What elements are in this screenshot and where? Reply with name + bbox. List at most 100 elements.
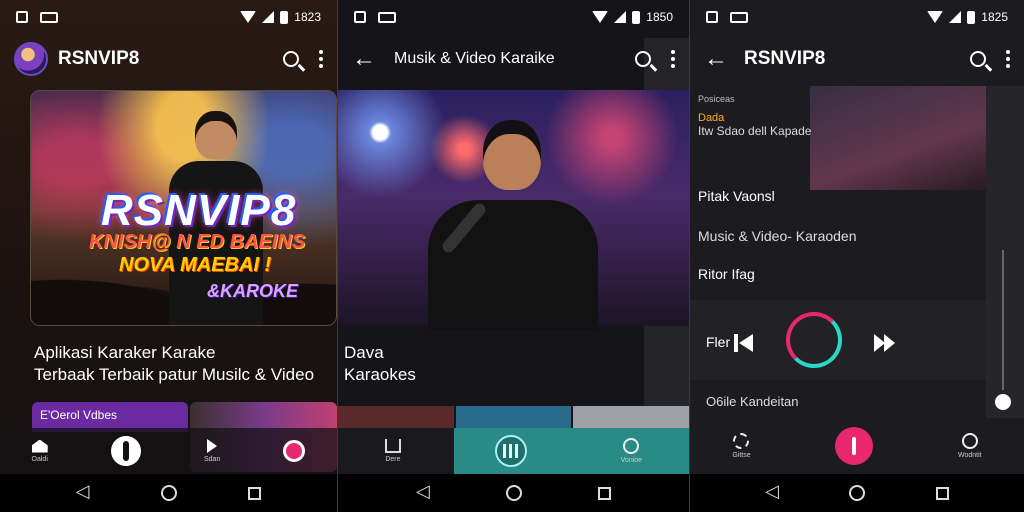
battery-icon xyxy=(280,10,289,24)
status-bar: 1825 xyxy=(690,0,1024,34)
side-rail xyxy=(986,86,1024,418)
profile-icon xyxy=(961,433,978,449)
caption-line-1: Aplikasi Karaker Karake xyxy=(34,343,216,362)
screen-title: RSNVIP8 xyxy=(744,48,826,69)
app-bar: ← RSNVIP8 xyxy=(690,38,1024,80)
status-time: 1823 xyxy=(294,10,321,24)
record-button[interactable] xyxy=(283,440,306,462)
player-label: Fler xyxy=(706,334,731,350)
home-icon xyxy=(31,439,48,453)
search-icon xyxy=(283,51,299,67)
search-button[interactable] xyxy=(635,51,651,67)
caption-line-2: Karaokes xyxy=(344,365,416,384)
app-bar: ← Musik & Video Karaike xyxy=(338,38,689,80)
cast-icon xyxy=(378,11,396,23)
recents-nav-icon[interactable] xyxy=(935,486,949,500)
gift-icon xyxy=(733,433,750,449)
nav-video[interactable]: Sdan xyxy=(204,439,220,463)
battery-icon xyxy=(632,10,641,24)
nav-home-label: Oaldi xyxy=(31,455,48,463)
list-item[interactable]: Pitak Vaonsl xyxy=(690,170,986,222)
volume-slider-knob[interactable] xyxy=(995,394,1011,410)
pause-fab-button[interactable] xyxy=(494,435,527,467)
more-menu-icon[interactable] xyxy=(319,50,323,68)
list-item[interactable]: Posiceas Dada Itw Sdao dell Kapade xyxy=(690,90,986,142)
avatar[interactable] xyxy=(14,42,48,76)
mic-icon xyxy=(122,441,129,461)
status-bar: 1823 xyxy=(0,0,337,34)
back-arrow-icon[interactable]: ← xyxy=(704,47,728,71)
nav-gifts-label: Gittse xyxy=(732,452,751,459)
home-nav-icon[interactable] xyxy=(160,485,177,501)
nav-home[interactable]: Oaldi xyxy=(31,439,48,463)
nav-home[interactable]: Dere xyxy=(384,439,401,463)
song-title: Itw Sdao dell Kapade xyxy=(698,124,812,138)
nav-home-label: Dere xyxy=(385,456,401,463)
hero-line-3: &KAROKE xyxy=(207,281,299,301)
search-icon xyxy=(970,51,986,67)
nav-profile-label: Wodntit xyxy=(958,452,982,459)
play-pause-button[interactable] xyxy=(786,312,842,368)
back-nav-icon[interactable] xyxy=(416,481,430,502)
nav-video-label: Sdan xyxy=(204,456,221,463)
home-nav-icon[interactable] xyxy=(506,485,522,501)
mini-player: Fler xyxy=(690,300,986,380)
battery-icon xyxy=(967,10,976,24)
mic-fab-button[interactable] xyxy=(835,427,874,465)
nav-profile-label: Vonioe xyxy=(620,457,643,464)
song-title: Music & Video- Karaoden xyxy=(698,228,857,244)
recents-nav-icon[interactable] xyxy=(248,486,262,500)
back-nav-icon[interactable] xyxy=(765,481,779,502)
mic-fab-button[interactable] xyxy=(110,436,141,466)
nav-gifts[interactable]: Gittse xyxy=(732,433,751,459)
nav-profile[interactable]: Wodntit xyxy=(958,433,982,459)
play-icon xyxy=(207,439,218,453)
system-nav xyxy=(690,474,1024,512)
back-arrow-icon[interactable]: ← xyxy=(352,47,376,71)
wifi-icon xyxy=(240,11,257,23)
hero-line-2: NOVA MAEBAI ! xyxy=(119,254,272,276)
home-nav-icon[interactable] xyxy=(849,485,866,501)
back-nav-icon[interactable] xyxy=(76,481,90,502)
system-nav xyxy=(0,474,337,512)
next-track-icon[interactable] xyxy=(874,334,896,352)
search-button[interactable] xyxy=(970,51,986,67)
list-item[interactable]: Music & Video- Karaoden xyxy=(690,226,986,246)
status-time: 1825 xyxy=(981,10,1008,24)
screen-player: 1850 ← Musik & Video Karaike Dava Karaok… xyxy=(338,0,689,512)
app-bar: RSNVIP8 xyxy=(0,38,337,80)
more-menu-icon[interactable] xyxy=(671,50,675,68)
song-title: Pitak Vaonsl xyxy=(698,188,775,204)
previous-track-icon[interactable] xyxy=(734,334,754,352)
thumbnail[interactable] xyxy=(455,406,572,430)
video-player[interactable] xyxy=(338,90,689,330)
list-item[interactable]: Ritor Ifag xyxy=(690,248,986,300)
search-icon xyxy=(635,51,651,67)
screen-title: Musik & Video Karaike xyxy=(394,50,555,67)
song-title: Ritor Ifag xyxy=(698,266,755,282)
caption-line-1: Dava xyxy=(344,343,384,362)
nav-profile[interactable]: Vonioe xyxy=(621,438,642,464)
thumbnail-row xyxy=(338,406,689,430)
search-button[interactable] xyxy=(283,51,299,67)
wifi-icon xyxy=(927,11,944,23)
volume-slider-track[interactable] xyxy=(1002,250,1004,390)
recents-nav-icon[interactable] xyxy=(598,486,611,500)
singer-image xyxy=(428,120,598,330)
thumbnail[interactable] xyxy=(573,406,689,430)
hero-banner[interactable]: RSNVIP8 KNISH@ N ED BAEINS NOVA MAEBAI !… xyxy=(30,90,337,326)
app-title: RSNVIP8 xyxy=(58,48,140,69)
notification-icon xyxy=(16,11,28,23)
bottom-nav: Dere Vonioe xyxy=(338,428,689,474)
signal-icon xyxy=(614,11,627,23)
wifi-icon xyxy=(592,11,609,23)
thumbnail[interactable] xyxy=(338,406,454,430)
category-label: E'Oerol Vdbes xyxy=(40,408,117,422)
mic-icon xyxy=(852,437,857,455)
screen-playlist: 1825 ← RSNVIP8 Posiceas Dada Itw Sdao de… xyxy=(690,0,1024,512)
home-icon xyxy=(384,439,401,453)
cast-icon xyxy=(40,11,58,23)
hero-caption: Aplikasi Karaker Karake Terbaak Terbaik … xyxy=(34,342,314,386)
more-menu-icon[interactable] xyxy=(1006,50,1010,68)
status-bar: 1850 xyxy=(338,0,689,34)
